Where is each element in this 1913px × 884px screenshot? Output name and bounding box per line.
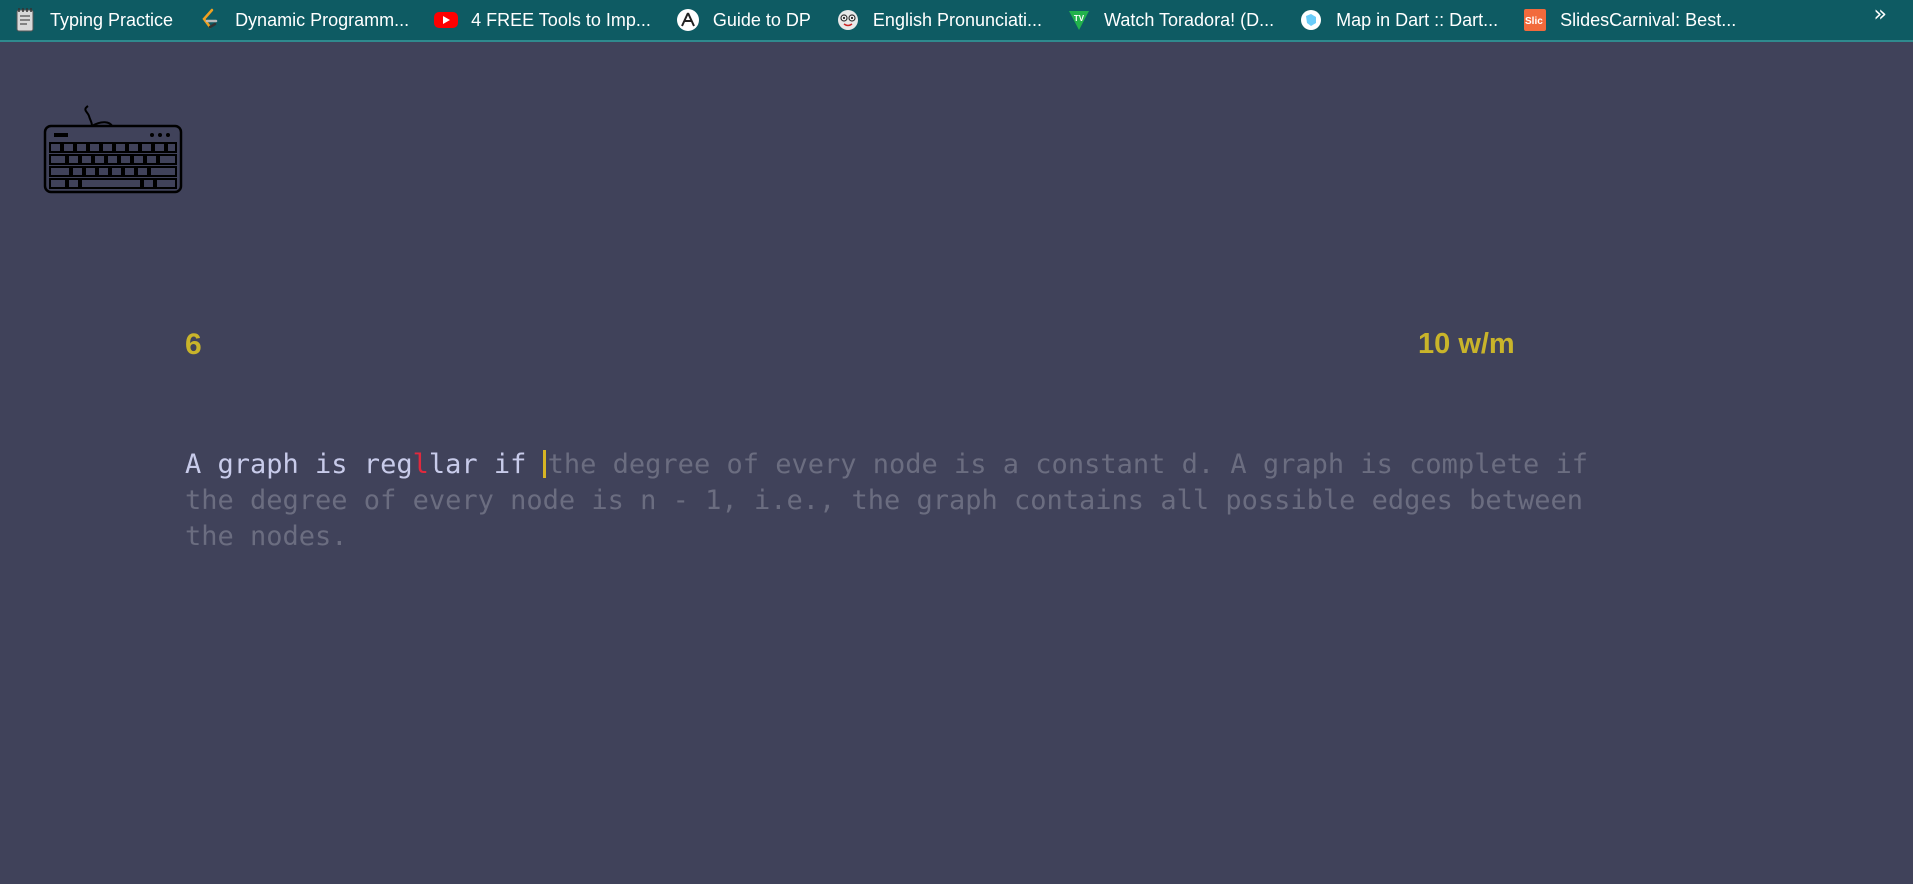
text-caret xyxy=(542,450,546,478)
keyboard-icon[interactable] xyxy=(42,100,184,196)
svg-text:TV: TV xyxy=(1074,14,1085,23)
bookmark-label: SlidesCarnival: Best... xyxy=(1560,9,1737,30)
tv-icon: TV xyxy=(1066,7,1092,33)
bookmark-dynamic-programming[interactable]: Dynamic Programm... xyxy=(197,5,423,35)
youtube-icon xyxy=(433,7,459,33)
bookmark-guide-to-dp[interactable]: Guide to DP xyxy=(675,5,825,35)
bookmark-typing-practice[interactable]: Typing Practice xyxy=(12,5,187,35)
error-char: l xyxy=(412,449,429,480)
bookmark-free-tools[interactable]: 4 FREE Tools to Imp... xyxy=(433,5,665,35)
bookmark-english-pronunciation[interactable]: English Pronunciati... xyxy=(835,5,1056,35)
face-icon xyxy=(835,7,861,33)
counter-value: 6 xyxy=(185,328,202,361)
typed-text-continued: lar if xyxy=(428,449,543,480)
svg-text:Slic: Slic xyxy=(1525,16,1543,27)
notebook-icon xyxy=(12,7,38,33)
words-per-minute: 10 w/m xyxy=(1418,328,1515,360)
bookmark-watch-toradora[interactable]: TV Watch Toradora! (D... xyxy=(1066,5,1288,35)
typed-text: A graph is reg xyxy=(185,449,413,480)
leetcode-icon xyxy=(197,7,223,33)
bookmark-label: English Pronunciati... xyxy=(872,9,1043,30)
bookmark-label: Map in Dart :: Dart... xyxy=(1336,9,1499,30)
atcoder-icon xyxy=(675,7,701,33)
bookmark-label: 4 FREE Tools to Imp... xyxy=(471,9,651,30)
slidescarnival-icon: Slic xyxy=(1522,7,1548,33)
bookmark-label: Guide to DP xyxy=(712,9,811,30)
bookmark-label: Typing Practice xyxy=(50,9,174,30)
bookmarks-bar: Typing Practice Dynamic Programm... 4 FR… xyxy=(0,0,1913,42)
bookmark-map-in-dart[interactable]: Map in Dart :: Dart... xyxy=(1298,5,1512,35)
typing-passage[interactable]: A graph is regllar if the degree of ever… xyxy=(185,447,1615,555)
dart-icon xyxy=(1298,7,1324,33)
bookmarks-overflow-button[interactable]: » xyxy=(1874,2,1887,27)
bookmark-label: Dynamic Programm... xyxy=(235,9,410,30)
bookmark-slidescarnival[interactable]: Slic SlidesCarnival: Best... xyxy=(1522,5,1750,35)
bookmark-label: Watch Toradora! (D... xyxy=(1104,9,1275,30)
